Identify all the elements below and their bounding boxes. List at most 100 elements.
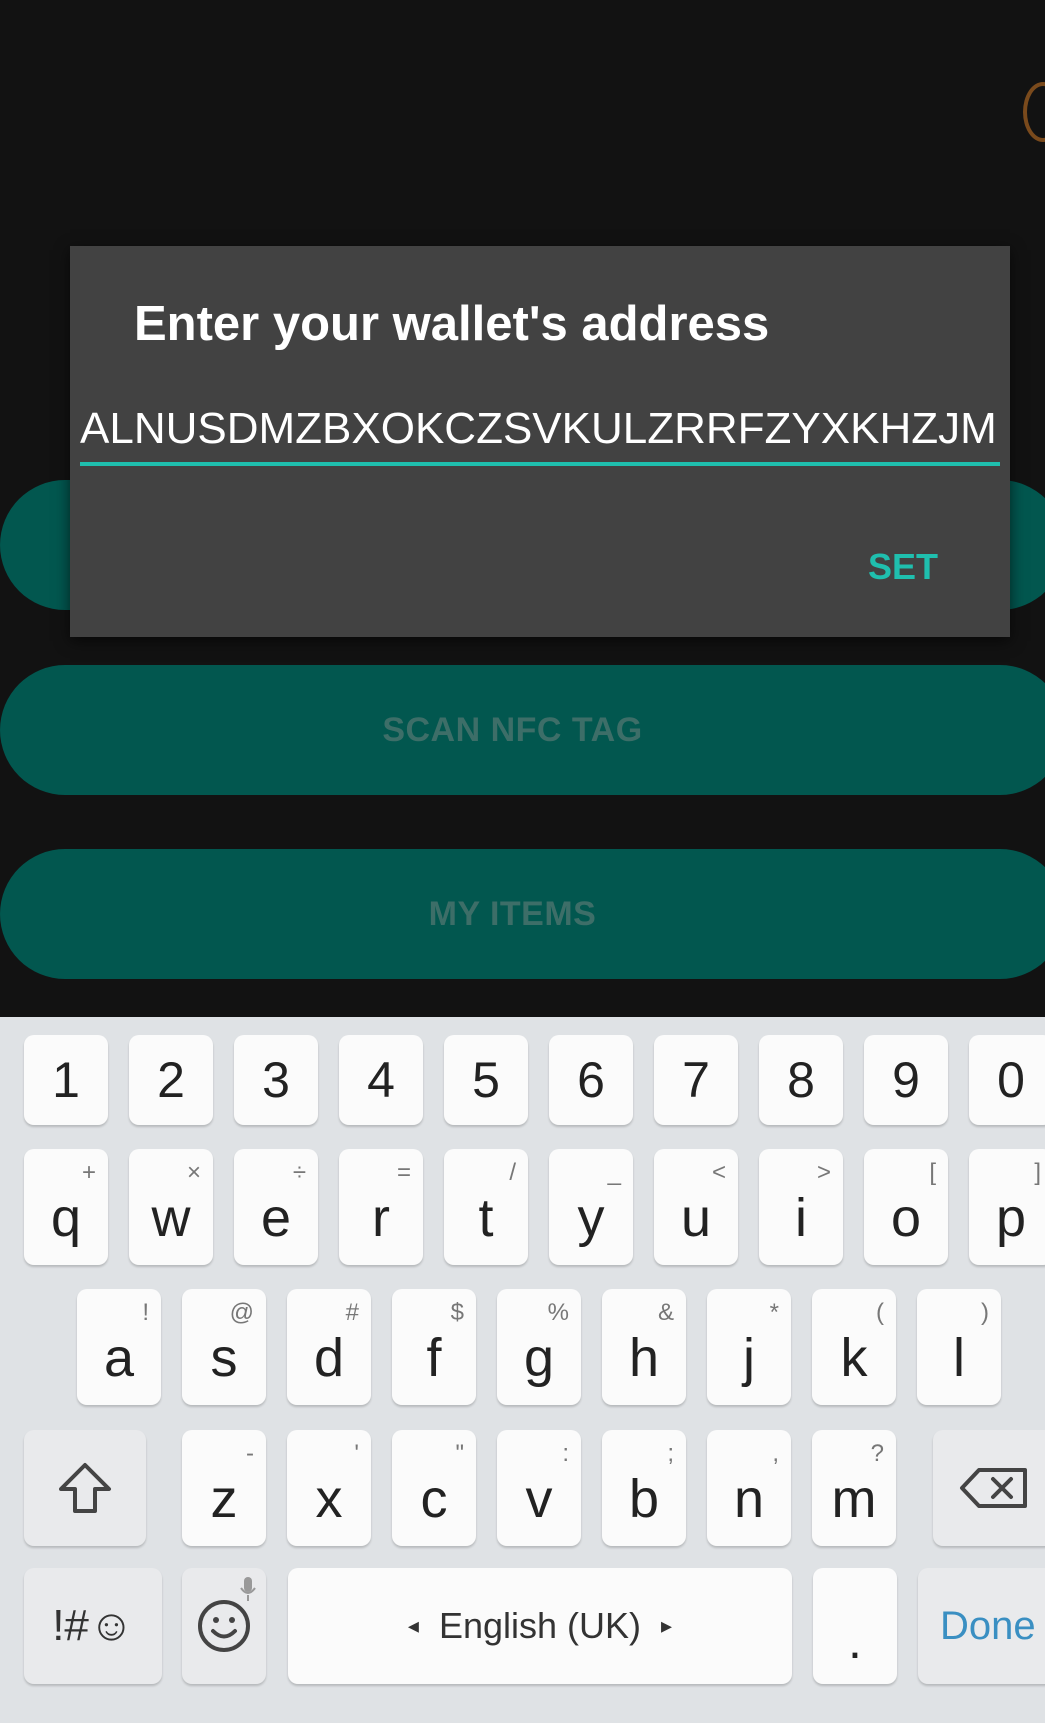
key-l-label: l — [953, 1328, 965, 1388]
key-j-alt-symbol: * — [769, 1299, 779, 1326]
key-j[interactable]: j * — [707, 1289, 791, 1405]
key-2-label: 2 — [157, 1052, 185, 1108]
key-r-alt-symbol: = — [396, 1159, 411, 1186]
key-0[interactable]: 0 — [969, 1035, 1045, 1125]
key-h[interactable]: h & — [602, 1289, 686, 1405]
key-s[interactable]: s @ — [182, 1289, 266, 1405]
symbols-key[interactable]: !#☺ — [24, 1568, 162, 1684]
key-s-alt-symbol: @ — [229, 1299, 254, 1326]
key-y-alt-symbol: _ — [607, 1159, 621, 1186]
key-t[interactable]: t / — [444, 1149, 528, 1265]
key-k[interactable]: k( — [812, 1289, 896, 1405]
key-m-alt-symbol: ? — [870, 1440, 884, 1467]
key-n[interactable]: n, — [707, 1430, 791, 1546]
key-z[interactable]: z- — [182, 1430, 266, 1546]
language-prev-icon: ◂ — [407, 1613, 419, 1638]
key-4-label: 4 — [367, 1052, 395, 1108]
emoji-icon — [198, 1600, 250, 1652]
period-key-label: . — [848, 1613, 862, 1669]
key-q-alt-symbol: + — [81, 1159, 96, 1186]
key-2[interactable]: 2 — [129, 1035, 213, 1125]
space-key[interactable]: ◂ English (UK) ▸ — [288, 1568, 792, 1684]
key-v-label: v — [525, 1469, 553, 1529]
key-g[interactable]: g% — [497, 1289, 581, 1405]
key-m-label: m — [831, 1469, 877, 1529]
key-l[interactable]: l) — [917, 1289, 1001, 1405]
key-w-label: w — [151, 1188, 191, 1248]
key-e-label: e — [260, 1188, 292, 1248]
key-v-alt-symbol: : — [562, 1440, 569, 1467]
key-u-label: u — [680, 1188, 712, 1248]
key-3[interactable]: 3 — [234, 1035, 318, 1125]
key-7[interactable]: 7 — [654, 1035, 738, 1125]
scan-nfc-tag-button[interactable]: SCAN NFC TAG — [0, 665, 1045, 795]
key-u[interactable]: u < — [654, 1149, 738, 1265]
emoji-key[interactable] — [182, 1568, 266, 1684]
key-q[interactable]: q + — [24, 1149, 108, 1265]
key-b-label: b — [628, 1469, 660, 1529]
backspace-key[interactable] — [933, 1430, 1045, 1546]
key-u-alt-symbol: < — [711, 1159, 726, 1186]
on-screen-keyboard: 1234567890 q + w × e ÷ r = t / y _ u < i > o[p] a! s @ d # f $… — [0, 1017, 1045, 1723]
my-items-button[interactable]: MY ITEMS — [0, 849, 1045, 979]
done-key[interactable]: Done — [918, 1568, 1045, 1684]
key-4[interactable]: 4 — [339, 1035, 423, 1125]
key-j-label: j — [743, 1328, 755, 1388]
key-g-label: g — [523, 1328, 555, 1388]
scan-nfc-tag-label: SCAN NFC TAG — [382, 710, 643, 749]
key-p[interactable]: p] — [969, 1149, 1045, 1265]
set-button[interactable]: SET — [868, 546, 938, 588]
key-w-alt-symbol: × — [186, 1159, 201, 1186]
wallet-address-dialog: Enter your wallet's address ALNUSDMZBXOK… — [70, 246, 1010, 637]
key-b-alt-symbol: ; — [667, 1440, 674, 1467]
key-c-alt-symbol: " — [455, 1440, 464, 1467]
key-k-label: k — [840, 1328, 868, 1388]
key-t-label: t — [478, 1188, 494, 1248]
key-5[interactable]: 5 — [444, 1035, 528, 1125]
key-o-label: o — [890, 1188, 922, 1248]
key-a[interactable]: a! — [77, 1289, 161, 1405]
key-f[interactable]: f $ — [392, 1289, 476, 1405]
key-8[interactable]: 8 — [759, 1035, 843, 1125]
key-z-alt-symbol: - — [246, 1440, 254, 1467]
key-f-alt-symbol: $ — [450, 1299, 464, 1326]
dialog-title: Enter your wallet's address — [134, 297, 770, 351]
key-t-alt-symbol: / — [509, 1159, 516, 1186]
key-w[interactable]: w × — [129, 1149, 213, 1265]
key-i-label: i — [795, 1188, 807, 1248]
key-d[interactable]: d # — [287, 1289, 371, 1405]
period-key[interactable]: . — [813, 1568, 897, 1684]
key-9[interactable]: 9 — [864, 1035, 948, 1125]
wallet-address-input[interactable]: ALNUSDMZBXOKCZSVKULZRRFZYXKHZJM — [80, 396, 1000, 466]
key-1[interactable]: 1 — [24, 1035, 108, 1125]
key-d-label: d — [313, 1328, 345, 1388]
key-z-label: z — [210, 1469, 238, 1529]
shift-key[interactable] — [24, 1430, 146, 1546]
microphone-icon — [240, 1577, 256, 1601]
key-o[interactable]: o[ — [864, 1149, 948, 1265]
key-f-label: f — [426, 1328, 442, 1388]
key-r[interactable]: r = — [339, 1149, 423, 1265]
key-y[interactable]: y _ — [549, 1149, 633, 1265]
shift-arrow-icon — [59, 1463, 111, 1513]
key-i[interactable]: i > — [759, 1149, 843, 1265]
key-a-label: a — [103, 1328, 135, 1388]
key-b[interactable]: b; — [602, 1430, 686, 1546]
key-3-label: 3 — [262, 1052, 290, 1108]
key-c[interactable]: c " — [392, 1430, 476, 1546]
key-6-label: 6 — [577, 1052, 605, 1108]
key-x-alt-symbol: ' — [354, 1440, 359, 1467]
key-m[interactable]: m? — [812, 1430, 896, 1546]
key-p-alt-symbol: ] — [1034, 1159, 1041, 1186]
language-next-icon: ▸ — [661, 1613, 673, 1638]
key-e[interactable]: e ÷ — [234, 1149, 318, 1265]
key-x-label: x — [315, 1469, 343, 1529]
key-6[interactable]: 6 — [549, 1035, 633, 1125]
done-key-label: Done — [940, 1603, 1036, 1648]
key-v[interactable]: v: — [497, 1430, 581, 1546]
key-n-alt-symbol: , — [772, 1440, 779, 1467]
key-x[interactable]: x ' — [287, 1430, 371, 1546]
key-h-alt-symbol: & — [657, 1299, 674, 1326]
space-key-label: English (UK) — [438, 1605, 642, 1646]
key-y-label: y — [577, 1188, 605, 1248]
